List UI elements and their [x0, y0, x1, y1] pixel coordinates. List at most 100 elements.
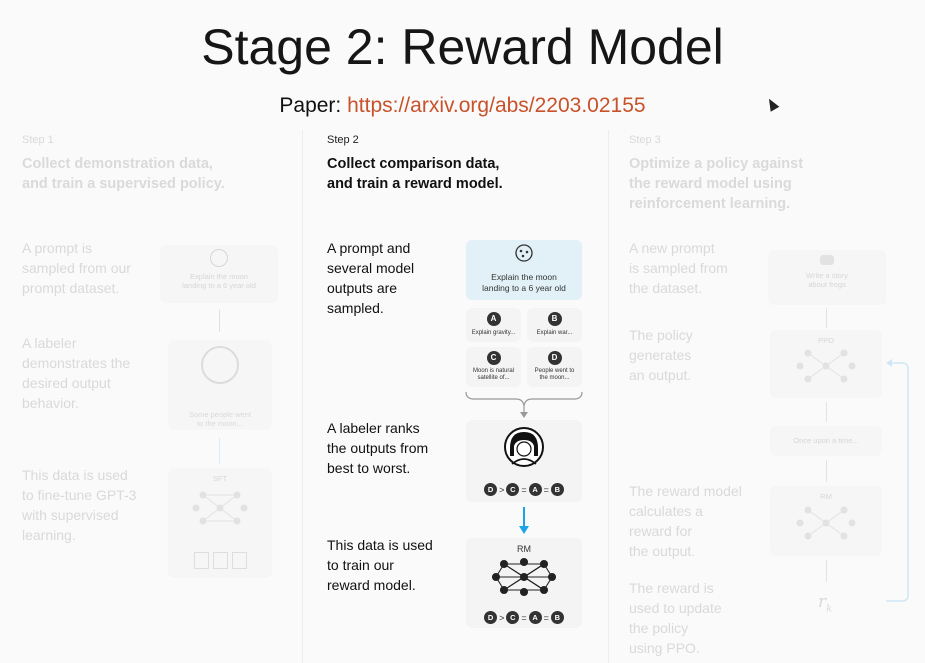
output-letter: D	[547, 351, 562, 365]
step3-rm-card: RM	[770, 486, 882, 556]
arrow-line-blue	[219, 438, 220, 464]
step2-heading-line: and train a reward model.	[327, 176, 503, 192]
text-line: A labeler	[22, 335, 77, 351]
reward-r: r	[818, 592, 827, 612]
ranking-row: D > C = A = B	[466, 611, 582, 624]
text-line: reward for	[629, 523, 693, 539]
paper-label: Paper:	[279, 94, 342, 117]
arrow-line	[826, 308, 827, 328]
text-line: This data is used	[22, 467, 128, 483]
step1-labeler-card: Some people went to the moon...	[168, 340, 272, 430]
step3-text-policy: The policy generates an output.	[629, 325, 693, 385]
output-letter: B	[547, 312, 562, 326]
reward-symbol: rk	[818, 592, 832, 614]
network-icon	[796, 506, 856, 540]
step1-label: Step 1	[22, 134, 54, 146]
text-line: several model	[327, 260, 415, 276]
step1-text-labeler: A labeler demonstrates the desired outpu…	[22, 333, 130, 413]
step2-heading-line: Collect comparison data,	[327, 156, 500, 172]
output-text: Explain war...	[536, 330, 573, 336]
card-line: Explain the moon	[491, 272, 557, 282]
step3-ppo-card: PPO	[770, 330, 882, 398]
paper-link[interactable]: https://arxiv.org/abs/2203.02155	[347, 94, 645, 117]
text-line: sampled from our	[22, 260, 131, 276]
text-line: desired output	[22, 375, 111, 391]
text-line: A new prompt	[629, 240, 715, 256]
rank-letter: C	[506, 483, 520, 496]
feedback-loop-arrow-icon	[886, 359, 909, 602]
text-line: the policy	[629, 620, 689, 636]
step3-output-card: Once upon a time...	[770, 426, 882, 456]
card-line: Some people went	[188, 410, 252, 419]
step3-label: Step 3	[629, 134, 661, 146]
text-line: with supervised	[22, 507, 119, 523]
output-text: Once upon a time...	[793, 436, 859, 445]
text-line: the dataset.	[629, 280, 703, 296]
sft-label: SFT	[212, 474, 228, 483]
rank-letter: C	[506, 611, 520, 624]
output-text: People went to	[534, 368, 575, 374]
step2-text-prompt: A prompt and several model outputs are s…	[327, 238, 414, 318]
step2-text-labeler: A labeler ranks the outputs from best to…	[327, 418, 428, 478]
arrow-line	[826, 402, 827, 422]
column-divider	[608, 130, 609, 663]
output-text: satellite of...	[477, 375, 510, 381]
step2-labeler-card: D > C = A = B	[466, 420, 582, 502]
card-line: landing to a 6 year old	[482, 283, 566, 293]
rank-letter: A	[528, 483, 542, 496]
rm-label: RM	[820, 492, 832, 501]
reward-subscript: k	[826, 603, 833, 615]
rank-letter: A	[528, 611, 542, 624]
output-text: Moon is natural	[472, 368, 515, 374]
rank-letter: D	[484, 611, 498, 624]
step1-prompt-card: Explain the moon landing to a 6 year old	[160, 245, 278, 303]
arrow-line	[826, 460, 827, 482]
text-line: the output.	[629, 543, 696, 559]
text-line: This data is used	[327, 537, 433, 553]
document-icons	[168, 552, 272, 569]
text-line: an output.	[629, 367, 692, 383]
text-line: The policy	[629, 327, 693, 343]
text-line: learning.	[22, 527, 76, 543]
text-line: A labeler ranks	[327, 420, 420, 436]
step3-text-prompt: A new prompt is sampled from the dataset…	[629, 238, 728, 298]
output-text: the moon...	[539, 375, 570, 381]
card-line: Explain the moon	[190, 272, 248, 281]
step3-heading-line: reinforcement learning.	[629, 196, 791, 212]
column-divider	[302, 130, 303, 663]
output-letter: A	[486, 312, 501, 326]
card-line: landing to a 6 year old	[182, 281, 256, 290]
step3-text-update: The reward is used to update the policy …	[629, 578, 722, 658]
ppo-label: PPO	[818, 336, 834, 345]
output-letter: C	[486, 351, 501, 365]
step3-heading-line: Optimize a policy against	[629, 156, 804, 172]
text-line: to train our	[327, 557, 394, 573]
text-line: The reward model	[629, 483, 742, 499]
rank-letter: B	[550, 611, 564, 624]
step1-text-finetune: This data is used to fine-tune GPT-3 wit…	[22, 465, 136, 545]
network-icon	[491, 557, 557, 597]
arrow-line	[219, 310, 220, 332]
output-text: Explain gravity...	[471, 330, 516, 336]
step1-text-prompt: A prompt is sampled from our prompt data…	[22, 238, 131, 298]
step1-heading: Collect demonstration data, and train a …	[22, 154, 225, 194]
step3-prompt-card: Write a story about frogs	[768, 250, 886, 305]
step3-heading: Optimize a policy against the reward mod…	[629, 154, 803, 214]
step2-label: Step 2	[327, 134, 359, 146]
paper-reference: Paper: https://arxiv.org/abs/2203.02155	[0, 94, 925, 118]
brace-arrow-icon	[465, 391, 583, 418]
output-card-a: A Explain gravity...	[466, 308, 521, 342]
text-line: demonstrates the	[22, 355, 131, 371]
text-line: to fine-tune GPT-3	[22, 487, 137, 503]
text-line: best to worst.	[327, 460, 411, 476]
text-line: the outputs from	[327, 440, 429, 456]
card-line: Write a story	[806, 271, 848, 280]
step2-prompt-card: Explain the moon landing to a 6 year old	[466, 240, 582, 300]
rank-letter: B	[550, 483, 564, 496]
text-line: sampled.	[327, 300, 384, 316]
step2-text-train: This data is used to train our reward mo…	[327, 535, 433, 595]
output-card-c: C Moon is natural satellite of...	[466, 347, 521, 387]
step1-sft-card: SFT	[168, 468, 272, 578]
text-line: outputs are	[327, 280, 398, 296]
slide-title: Stage 2: Reward Model	[201, 19, 724, 75]
